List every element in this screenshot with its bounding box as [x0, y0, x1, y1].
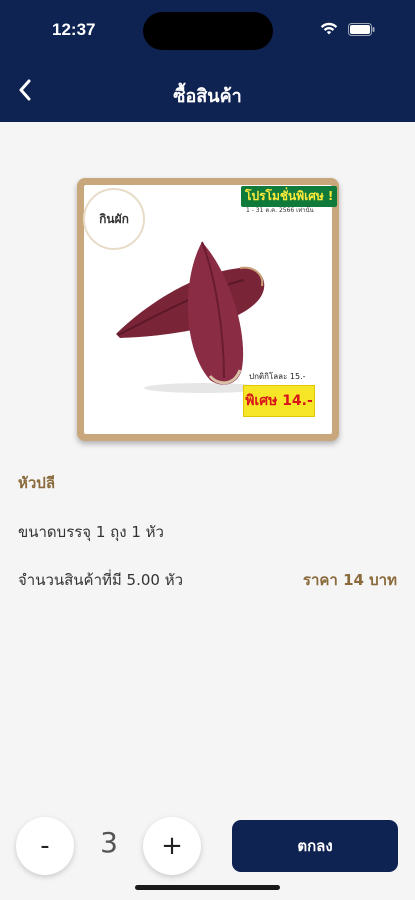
wifi-icon [320, 22, 338, 36]
normal-price-label: ปกติกิโลละ 15.- [249, 372, 306, 381]
quantity-value: 3 [100, 826, 118, 859]
decrease-quantity-button[interactable]: - [16, 817, 74, 875]
banana-blossom-illustration [112, 238, 272, 402]
plus-icon: + [161, 831, 183, 861]
promo-title: โปรโมชั่นพิเศษ ! [241, 186, 338, 207]
stock-quantity: จำนวนสินค้าที่มี 5.00 หัว [18, 571, 184, 589]
package-size: ขนาดบรรจุ 1 ถุง 1 หัว [18, 523, 164, 541]
increase-quantity-button[interactable]: + [143, 817, 201, 875]
price-label: ราคา 14 บาท [302, 571, 397, 589]
page-title: ซื้อสินค้า [173, 86, 242, 107]
promo-date: 1 - 31 ต.ค. 2566 เท่านั้น [246, 207, 314, 214]
special-price-tag: พิเศษ 14.- [243, 385, 315, 417]
product-name: หัวปลี [18, 474, 56, 492]
app-header: 12:37 ซื้อสินค้า [0, 0, 415, 122]
status-icons [320, 22, 375, 36]
dynamic-island [143, 12, 273, 50]
home-indicator [135, 885, 280, 890]
confirm-button[interactable]: ตกลง [232, 820, 398, 872]
battery-icon [348, 22, 375, 36]
status-time: 12:37 [52, 20, 96, 39]
minus-icon: - [40, 831, 50, 861]
